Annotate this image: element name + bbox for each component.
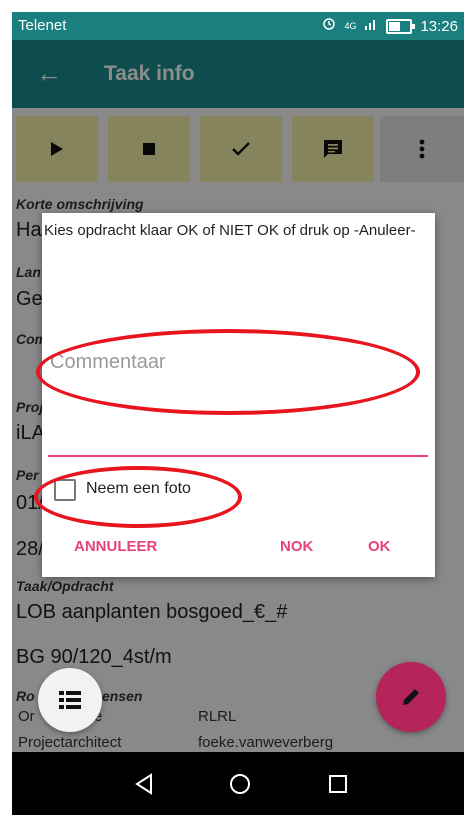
signal-icon (364, 17, 378, 35)
triangle-back-icon (135, 773, 152, 795)
battery-icon (386, 18, 416, 34)
ok-button[interactable]: OK (368, 538, 391, 555)
cancel-button[interactable]: ANNULEER (74, 538, 157, 555)
phone-screen: Telenet 4G 13:26 ← Taak info Korte omsch… (12, 12, 464, 815)
dialog-message: Kies opdracht klaar OK of NIET OK of dru… (44, 222, 416, 239)
nok-button[interactable]: NOK (280, 538, 313, 555)
pencil-icon (403, 689, 419, 705)
nav-back-button[interactable] (130, 770, 158, 798)
navigation-bar (12, 752, 464, 815)
nav-home-button[interactable] (226, 770, 254, 798)
status-time: 13:26 (420, 17, 458, 35)
nav-recents-button[interactable] (324, 770, 352, 798)
status-icons: 4G 13:26 (322, 17, 458, 35)
network-type: 4G (344, 21, 357, 31)
annotation-ring-comment (36, 329, 420, 415)
edit-fab[interactable] (376, 662, 446, 732)
alarm-icon (322, 17, 336, 35)
list-icon (59, 691, 81, 709)
carrier-name: Telenet (18, 17, 67, 34)
circle-home-icon (230, 774, 250, 794)
status-bar: Telenet 4G 13:26 (12, 12, 464, 40)
square-recents-icon (329, 775, 347, 793)
list-fab[interactable] (38, 668, 102, 732)
annotation-ring-photo (34, 466, 242, 528)
